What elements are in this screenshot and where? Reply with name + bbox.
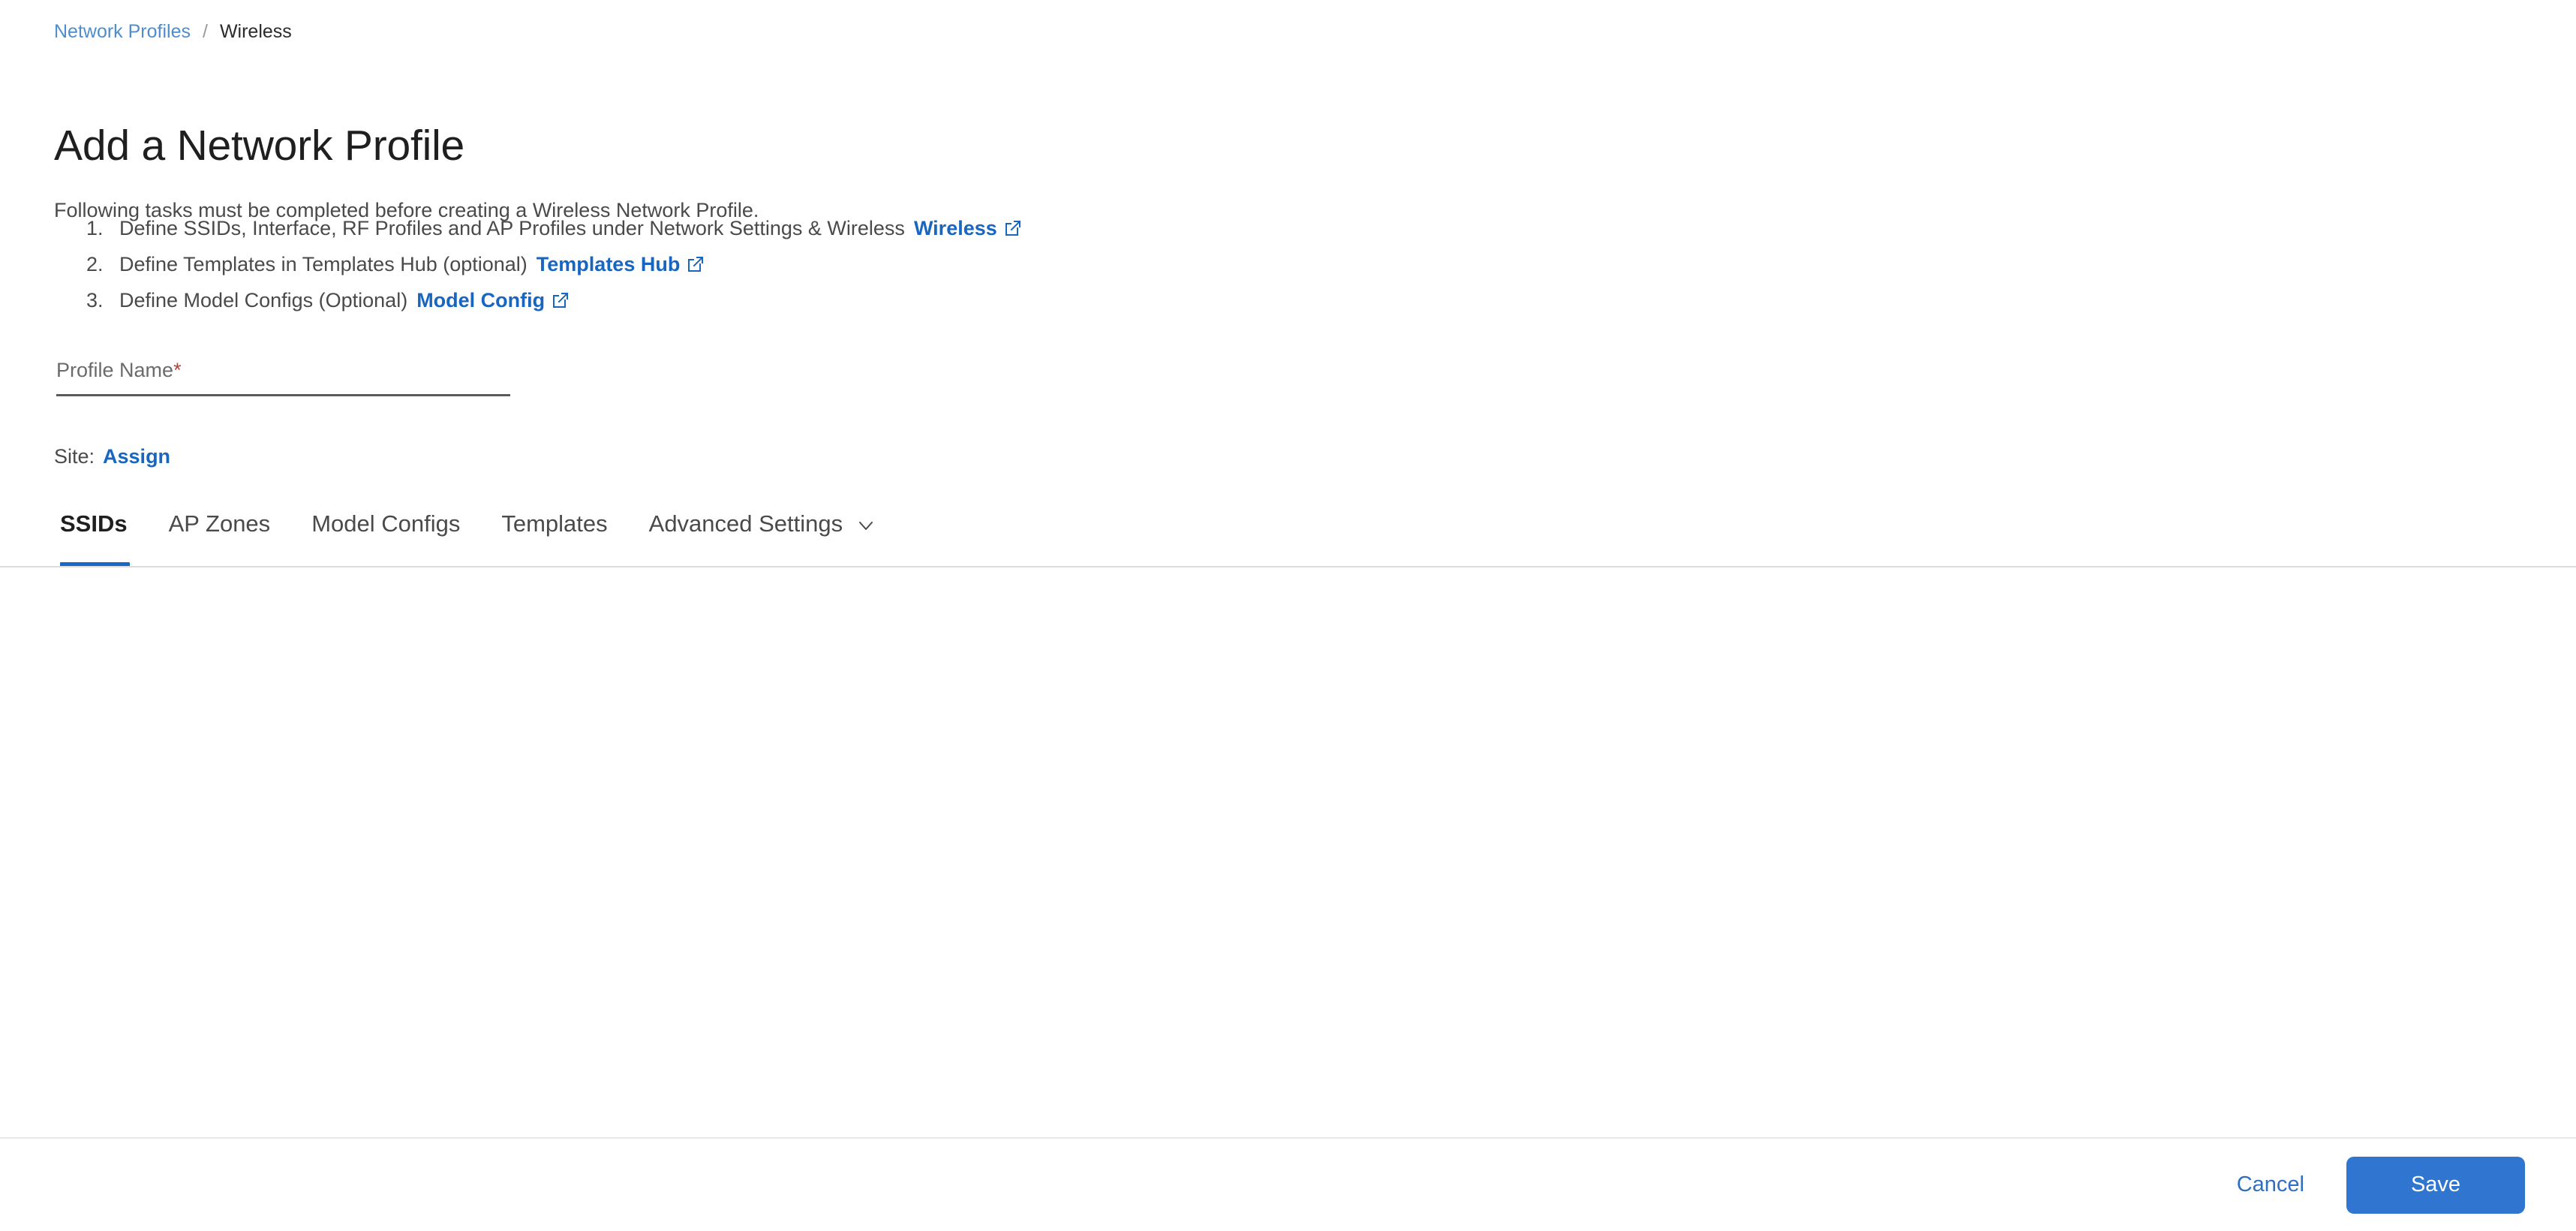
task-text: Define Templates in Templates Hub (optio… (119, 253, 528, 275)
tab-bar: SSIDs AP Zones Model Configs Templates A… (60, 512, 876, 572)
tab-model-configs[interactable]: Model Configs (311, 512, 460, 535)
save-button[interactable]: Save (2346, 1156, 2525, 1214)
task-text: Define SSIDs, Interface, RF Profiles and… (119, 217, 905, 239)
task-text: Define Model Configs (Optional) (119, 289, 408, 312)
tab-templates[interactable]: Templates (501, 512, 607, 535)
list-item: 1. Define SSIDs, Interface, RF Profiles … (86, 210, 1021, 246)
tab-content-panel (0, 567, 2576, 1137)
list-item: 2. Define Templates in Templates Hub (op… (86, 246, 1021, 282)
cancel-button[interactable]: Cancel (2214, 1160, 2327, 1209)
site-assign-link[interactable]: Assign (103, 447, 170, 467)
chevron-down-icon[interactable] (856, 516, 876, 535)
breadcrumb: Network Profiles / Wireless (54, 23, 292, 41)
templates-hub-link[interactable]: Templates Hub (537, 246, 681, 282)
tab-label: Templates (501, 510, 608, 537)
tab-label: SSIDs (60, 510, 128, 537)
breadcrumb-separator: / (203, 21, 208, 42)
page-title: Add a Network Profile (54, 122, 465, 170)
tab-label: Model Configs (311, 510, 461, 537)
prerequisite-task-list: 1. Define SSIDs, Interface, RF Profiles … (86, 210, 1021, 318)
wireless-settings-link[interactable]: Wireless (914, 210, 997, 246)
list-item: 3. Define Model Configs (Optional) Model… (86, 282, 1021, 318)
profile-name-input[interactable] (56, 360, 510, 396)
task-number: 2. (86, 253, 104, 275)
external-link-icon[interactable] (1005, 220, 1021, 236)
external-link-icon[interactable] (687, 256, 704, 272)
tab-ap-zones[interactable]: AP Zones (169, 512, 271, 535)
tab-label: AP Zones (168, 510, 271, 537)
tab-label: Advanced Settings (648, 510, 843, 537)
breadcrumb-link-network-profiles[interactable]: Network Profiles (54, 23, 191, 41)
tab-advanced-settings[interactable]: Advanced Settings (649, 512, 876, 535)
external-link-icon[interactable] (552, 292, 569, 309)
profile-name-field-wrapper: Profile Name* (56, 360, 510, 396)
task-number: 3. (86, 289, 104, 312)
tab-ssids[interactable]: SSIDs (60, 512, 128, 535)
site-row: Site: Assign (54, 447, 170, 467)
task-number: 1. (86, 217, 104, 239)
model-config-link[interactable]: Model Config (416, 282, 545, 318)
site-label: Site: (54, 445, 95, 468)
footer-action-bar: Cancel Save (0, 1137, 2576, 1231)
breadcrumb-current-wireless: Wireless (219, 21, 292, 42)
